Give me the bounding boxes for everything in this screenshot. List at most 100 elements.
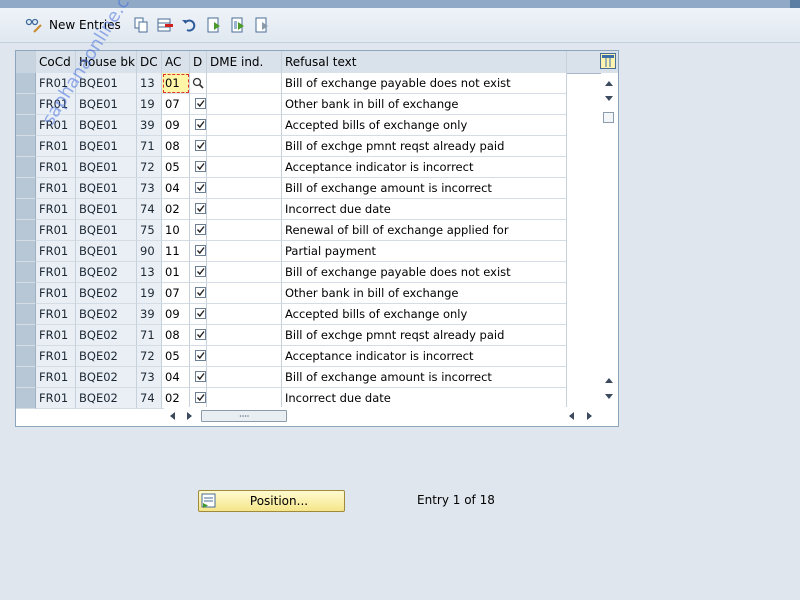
table-horizontal-scrollbar[interactable] (164, 407, 602, 424)
cell-d[interactable] (190, 367, 207, 388)
cell-refusal-text[interactable]: Renewal of bill of exchange applied for (282, 220, 567, 241)
undo-change-button[interactable] (181, 16, 197, 34)
cell-dme-ind[interactable] (207, 346, 282, 367)
cell-ac[interactable]: 01 (162, 73, 190, 94)
cell-d[interactable] (190, 94, 207, 115)
delay-indicator-checkbox[interactable] (195, 224, 206, 235)
delay-indicator-checkbox[interactable] (195, 392, 206, 403)
table-vertical-scrollbar[interactable] (601, 73, 618, 405)
delay-indicator-checkbox[interactable] (195, 350, 206, 361)
cell-refusal-text[interactable]: Other bank in bill of exchange (282, 94, 567, 115)
delete-button[interactable] (157, 16, 173, 34)
cell-d[interactable] (190, 178, 207, 199)
cell-dme-ind[interactable] (207, 220, 282, 241)
row-selector[interactable] (16, 136, 36, 157)
delay-indicator-checkbox[interactable] (195, 161, 206, 172)
cell-d[interactable] (190, 157, 207, 178)
deselect-all-button[interactable] (254, 16, 270, 34)
cell-d[interactable] (190, 325, 207, 346)
cell-d[interactable] (190, 73, 207, 94)
delay-indicator-checkbox[interactable] (195, 98, 206, 109)
cell-dme-ind[interactable] (207, 367, 282, 388)
column-header-dme-ind[interactable]: DME ind. (207, 51, 282, 73)
cell-d[interactable] (190, 346, 207, 367)
cell-ac[interactable]: 02 (162, 388, 190, 409)
cell-refusal-text[interactable]: Accepted bills of exchange only (282, 115, 567, 136)
table-settings-button[interactable] (600, 53, 616, 69)
cell-refusal-text[interactable]: Bill of exchge pmnt reqst already paid (282, 136, 567, 157)
row-selector[interactable] (16, 73, 36, 94)
row-selector[interactable] (16, 115, 36, 136)
select-all-rows-cell[interactable] (16, 51, 36, 73)
cell-refusal-text[interactable]: Partial payment (282, 241, 567, 262)
delay-indicator-checkbox[interactable] (195, 245, 206, 256)
delay-indicator-checkbox[interactable] (195, 371, 206, 382)
cell-dme-ind[interactable] (207, 115, 282, 136)
column-header-dc[interactable]: DC (137, 51, 162, 73)
cell-dme-ind[interactable] (207, 262, 282, 283)
row-selector[interactable] (16, 367, 36, 388)
cell-refusal-text[interactable]: Acceptance indicator is incorrect (282, 346, 567, 367)
cell-ac[interactable]: 09 (162, 304, 190, 325)
scroll-left-end-arrow-icon[interactable] (568, 411, 576, 421)
row-selector[interactable] (16, 199, 36, 220)
cell-dme-ind[interactable] (207, 157, 282, 178)
cell-refusal-text[interactable]: Accepted bills of exchange only (282, 304, 567, 325)
cell-ac[interactable]: 01 (162, 262, 190, 283)
scroll-right-arrow-icon[interactable] (185, 411, 193, 421)
row-selector[interactable] (16, 220, 36, 241)
cell-d[interactable] (190, 136, 207, 157)
cell-dme-ind[interactable] (207, 304, 282, 325)
cell-refusal-text[interactable]: Bill of exchange payable does not exist (282, 262, 567, 283)
cell-dme-ind[interactable] (207, 241, 282, 262)
cell-ac[interactable]: 04 (162, 178, 190, 199)
row-selector[interactable] (16, 283, 36, 304)
cell-d[interactable] (190, 304, 207, 325)
cell-dme-ind[interactable] (207, 388, 282, 409)
scroll-left-arrow-icon[interactable] (169, 411, 177, 421)
select-block-button[interactable] (230, 16, 246, 34)
cell-ac[interactable]: 08 (162, 136, 190, 157)
scroll-up-arrow-icon[interactable] (604, 79, 614, 87)
delay-indicator-checkbox[interactable] (195, 203, 206, 214)
delay-indicator-checkbox[interactable] (195, 308, 206, 319)
cell-dme-ind[interactable] (207, 283, 282, 304)
row-selector[interactable] (16, 94, 36, 115)
select-all-button[interactable] (206, 16, 222, 34)
cell-refusal-text[interactable]: Acceptance indicator is incorrect (282, 157, 567, 178)
cell-refusal-text[interactable]: Bill of exchange amount is incorrect (282, 178, 567, 199)
row-selector[interactable] (16, 178, 36, 199)
cell-refusal-text[interactable]: Incorrect due date (282, 199, 567, 220)
cell-ac[interactable]: 10 (162, 220, 190, 241)
cell-d[interactable] (190, 220, 207, 241)
row-selector[interactable] (16, 262, 36, 283)
cell-ac[interactable]: 07 (162, 283, 190, 304)
scroll-down-arrow-icon[interactable] (604, 393, 614, 401)
cell-dme-ind[interactable] (207, 178, 282, 199)
cell-d[interactable] (190, 388, 207, 409)
row-selector[interactable] (16, 325, 36, 346)
cell-d[interactable] (190, 262, 207, 283)
cell-ac[interactable]: 11 (162, 241, 190, 262)
scroll-page-up-arrow-icon[interactable] (604, 376, 614, 384)
delay-indicator-checkbox[interactable] (195, 182, 206, 193)
position-button[interactable]: Position... (198, 490, 345, 512)
cell-dme-ind[interactable] (207, 94, 282, 115)
row-selector[interactable] (16, 388, 36, 409)
column-header-ac[interactable]: AC (162, 51, 190, 73)
cell-ac[interactable]: 09 (162, 115, 190, 136)
delay-indicator-checkbox[interactable] (195, 119, 206, 130)
row-selector[interactable] (16, 346, 36, 367)
cell-refusal-text[interactable]: Incorrect due date (282, 388, 567, 409)
column-header-refusal-text[interactable]: Refusal text (282, 51, 567, 73)
delay-indicator-checkbox[interactable] (195, 287, 206, 298)
cell-d[interactable] (190, 115, 207, 136)
delay-indicator-checkbox[interactable] (195, 329, 206, 340)
cell-dme-ind[interactable] (207, 136, 282, 157)
column-header-d[interactable]: D (190, 51, 207, 73)
cell-dme-ind[interactable] (207, 199, 282, 220)
cell-ac[interactable]: 08 (162, 325, 190, 346)
cell-dme-ind[interactable] (207, 325, 282, 346)
cell-refusal-text[interactable]: Bill of exchge pmnt reqst already paid (282, 325, 567, 346)
copy-as-button[interactable] (133, 16, 149, 34)
